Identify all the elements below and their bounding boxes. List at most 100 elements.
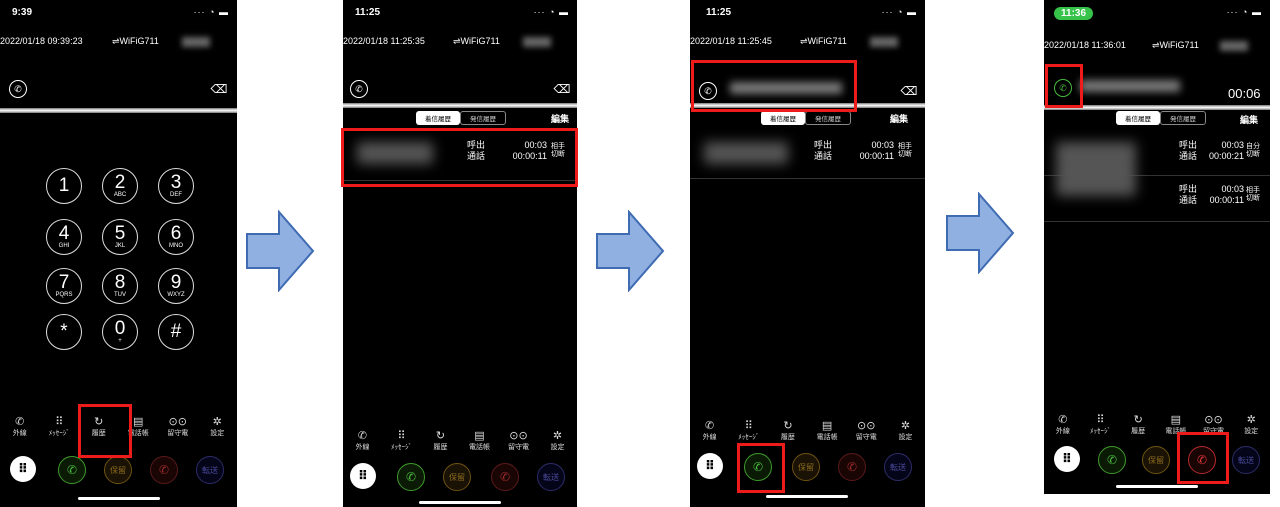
tab-incoming-history[interactable]: 着信履歴 <box>761 111 805 125</box>
tab-outgoing-history[interactable]: 発信履歴 <box>1160 111 1206 125</box>
tab-settings[interactable]: ✲ 設定 <box>886 420 925 442</box>
edit-button[interactable]: 編集 <box>1240 113 1258 126</box>
tab-phonebook[interactable]: ▤ 電話帳 <box>460 430 499 452</box>
key-6[interactable]: 6 MNO <box>158 219 194 255</box>
tab-incoming-history[interactable]: 着信履歴 <box>1116 111 1160 125</box>
datetime: 2022/01/18 11:36:01 <box>1044 40 1126 50</box>
history-record[interactable]: 呼出 通話 00:03 00:00:11 相手 切断 <box>690 130 925 179</box>
tab-voicemail[interactable]: ⊙⊙ 留守電 <box>158 416 198 438</box>
tab-history[interactable]: ↻ 履歴 <box>1119 414 1157 436</box>
tab-message[interactable]: ⠿ ﾒｯｾｰｼﾞ <box>729 420 768 442</box>
tab-settings[interactable]: ✲ 設定 <box>1232 414 1270 436</box>
tab-bar: ✆ 外線 ⠿ ﾒｯｾｰｼﾞ ↻ 履歴 ▤ 電話帳 ⊙⊙ 留守電 ✲ 設定 <box>690 420 925 442</box>
network-label: ⇌WiFiG711 <box>800 36 847 46</box>
network-label: ⇌WiFiG711 <box>453 36 500 46</box>
backspace-icon[interactable]: ⌫ <box>900 84 918 98</box>
key-8[interactable]: 8 TUV <box>102 268 138 304</box>
tab-phonebook[interactable]: ▤ 電話帳 <box>808 420 847 442</box>
transfer-button[interactable]: 転送 <box>196 456 224 484</box>
key-5[interactable]: 5 JKL <box>102 219 138 255</box>
history-segment: 着信履歴 発信履歴 <box>1116 111 1206 125</box>
tab-outgoing-history[interactable]: 発信履歴 <box>460 111 506 125</box>
call-button[interactable]: ✆ <box>397 463 425 491</box>
keypad-toggle-button[interactable]: ⠿ <box>1054 446 1080 472</box>
tab-outside-line[interactable]: ✆ 外線 <box>0 416 40 438</box>
tab-outside-line[interactable]: ✆ 外線 <box>1044 414 1082 436</box>
phone-icon: ✆ <box>1058 414 1068 426</box>
key-hash[interactable]: # <box>158 314 194 350</box>
hold-button[interactable]: 保留 <box>1142 446 1170 474</box>
phone-icon[interactable]: ✆ <box>9 80 27 98</box>
network-label: ⇌WiFiG711 <box>1152 40 1199 50</box>
hold-button[interactable]: 保留 <box>792 453 820 481</box>
voicemail-icon: ⊙⊙ <box>857 420 876 432</box>
tab-history[interactable]: ↻ 履歴 <box>768 420 807 442</box>
tab-outside-line[interactable]: ✆ 外線 <box>343 430 382 452</box>
key-2[interactable]: 2 ABC <box>102 168 138 204</box>
keypad-toggle-button[interactable]: ⠿ <box>697 453 723 479</box>
disconnect-side: 相手 切断 <box>1246 187 1260 202</box>
key-7[interactable]: 7 PQRS <box>46 268 82 304</box>
transfer-button[interactable]: 転送 <box>1232 446 1260 474</box>
highlight-dial-number <box>691 60 857 112</box>
tab-settings[interactable]: ✲ 設定 <box>538 430 577 452</box>
info-bar: 2022/01/18 11:25:35 ⇌WiFiG711 <box>343 36 577 50</box>
tab-settings[interactable]: ✲ 設定 <box>198 416 238 438</box>
history-record[interactable]: 呼出 通話 00:03 00:00:21 自分 切断 <box>1044 130 1270 196</box>
transfer-button[interactable]: 転送 <box>537 463 565 491</box>
settings-icon: ✲ <box>1246 414 1256 426</box>
tab-outgoing-history[interactable]: 発信履歴 <box>805 111 851 125</box>
tab-outside-line[interactable]: ✆ 外線 <box>690 420 729 442</box>
hold-button[interactable]: 保留 <box>104 456 132 484</box>
key-0[interactable]: 0 + <box>102 314 138 350</box>
phone-icon: ✆ <box>15 416 25 428</box>
home-indicator <box>1116 485 1198 488</box>
history-record[interactable]: 呼出 通話 00:03 00:00:11 相手 切断 <box>1044 176 1270 222</box>
hold-button[interactable]: 保留 <box>443 463 471 491</box>
settings-icon: ✲ <box>900 420 911 432</box>
status-bar: 11:25 ··· ◔ ▬ <box>690 0 925 26</box>
tab-bar: ✆ 外線 ⠿ ﾒｯｾｰｼﾞ ↻ 履歴 ▤ 電話帳 ⊙⊙ 留守電 ✲ 設定 <box>343 430 577 452</box>
arrow-icon <box>246 210 315 292</box>
phonebook-icon: ▤ <box>474 430 485 442</box>
phone-icon[interactable]: ✆ <box>350 80 368 98</box>
signal-wifi-battery-icon: ··· ◔ ▬ <box>1226 7 1262 17</box>
status-bar: 9:39 ··· ◔ ▬ <box>0 0 237 26</box>
call-button[interactable]: ✆ <box>58 456 86 484</box>
end-call-button[interactable]: ✆ <box>150 456 178 484</box>
datetime: 2022/01/18 11:25:45 <box>690 36 772 46</box>
key-4[interactable]: 4 GHI <box>46 219 82 255</box>
end-call-button[interactable]: ✆ <box>491 463 519 491</box>
tab-message[interactable]: ⠿ ﾒｯｾｰｼﾞ <box>1082 414 1120 436</box>
status-clock: 11:36 <box>1054 7 1094 20</box>
backspace-icon[interactable]: ⌫ <box>210 82 228 96</box>
tab-history[interactable]: ↻ 履歴 <box>421 430 460 452</box>
record-values: 00:03 00:00:21 <box>1208 140 1244 161</box>
tab-incoming-history[interactable]: 着信履歴 <box>416 111 460 125</box>
call-button[interactable]: ✆ <box>1098 446 1126 474</box>
edit-button[interactable]: 編集 <box>890 112 908 125</box>
screen-history: 11:25 ··· ◔ ▬ 2022/01/18 11:25:35 ⇌WiFiG… <box>343 0 577 507</box>
key-star[interactable]: * <box>46 314 82 350</box>
tab-bar: ✆ 外線 ⠿ ﾒｯｾｰｼﾞ ↻ 履歴 ▤ 電話帳 ⊙⊙ 留守電 ✲ 設定 <box>1044 414 1270 436</box>
tab-message[interactable]: ⠿ ﾒｯｾｰｼﾞ <box>382 430 421 452</box>
message-icon: ⠿ <box>55 416 64 428</box>
tab-voicemail[interactable]: ⊙⊙ 留守電 <box>499 430 538 452</box>
key-1[interactable]: 1 <box>46 168 82 204</box>
info-bar: 2022/01/18 09:39:23 ⇌WiFiG711 <box>0 36 237 50</box>
datetime: 2022/01/18 11:25:35 <box>343 36 425 46</box>
transfer-button[interactable]: 転送 <box>884 453 912 481</box>
signal-wifi-battery-icon: ··· ◔ ▬ <box>193 7 229 17</box>
datetime: 2022/01/18 09:39:23 <box>0 36 83 46</box>
edit-button[interactable]: 編集 <box>551 112 569 125</box>
tab-message[interactable]: ⠿ ﾒｯｾｰｼﾞ <box>40 416 80 438</box>
key-3[interactable]: 3 DEF <box>158 168 194 204</box>
tab-voicemail[interactable]: ⊙⊙ 留守電 <box>847 420 886 442</box>
key-9[interactable]: 9 WXYZ <box>158 268 194 304</box>
end-call-button[interactable]: ✆ <box>838 453 866 481</box>
keypad-toggle-button[interactable]: ⠿ <box>350 463 376 489</box>
highlight-end-call-button <box>1177 432 1229 484</box>
separator <box>0 108 237 113</box>
backspace-icon[interactable]: ⌫ <box>553 82 571 96</box>
keypad-toggle-button[interactable]: ⠿ <box>10 456 36 482</box>
